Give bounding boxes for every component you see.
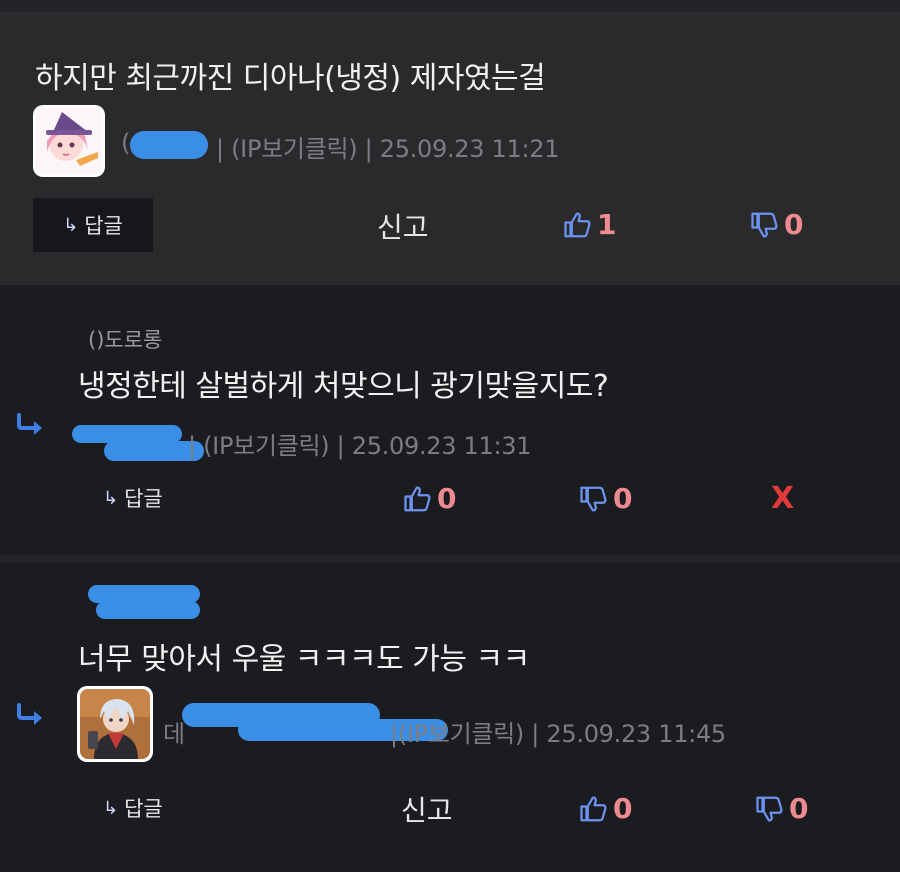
comment-2: ()도로롱 냉정한테 살벌하게 처맞으니 광기맞을지도? | (IP보기클릭) … bbox=[0, 285, 900, 555]
top-divider bbox=[0, 0, 900, 13]
thumbs-down-icon bbox=[580, 486, 607, 511]
avatar[interactable] bbox=[77, 686, 153, 762]
like-button[interactable]: 1 bbox=[563, 208, 616, 241]
author-name[interactable]: 데 bbox=[163, 714, 185, 749]
nested-reply-icon bbox=[17, 413, 42, 435]
thumbs-up-icon bbox=[564, 212, 591, 237]
dislike-count: 0 bbox=[613, 482, 633, 515]
report-button[interactable]: 신고 bbox=[377, 206, 429, 246]
witch-girl-avatar-icon bbox=[36, 108, 102, 174]
comment-meta: |(IP보기클릭) | 25.09.23 11:45 bbox=[390, 720, 726, 748]
reply-label: 답글 bbox=[124, 797, 163, 821]
delete-button[interactable]: X bbox=[771, 481, 794, 516]
dislike-count: 0 bbox=[789, 792, 809, 825]
comment-1: 하지만 최근까진 디아나(냉정) 제자였는걸 ( | (IP보기클릭) | 25… bbox=[0, 13, 900, 285]
reply-button[interactable]: ↳ 답글 bbox=[103, 483, 163, 513]
like-count: 0 bbox=[613, 792, 633, 825]
thumbs-down-icon bbox=[756, 796, 783, 821]
redacted-username bbox=[130, 131, 208, 159]
nested-reply-icon bbox=[17, 703, 42, 725]
report-button[interactable]: 신고 bbox=[401, 789, 453, 829]
reply-button[interactable]: ↳ 답글 bbox=[103, 793, 163, 823]
comment-divider bbox=[0, 555, 900, 563]
dislike-button[interactable]: 0 bbox=[755, 792, 808, 825]
like-button[interactable]: 0 bbox=[579, 792, 632, 825]
silver-haired-character-avatar-icon bbox=[80, 689, 150, 759]
comment-3: 너무 맞아서 우울 ㅋㅋㅋ도 가능 ㅋㅋ 데 |(IP보기클릭) | 25.09… bbox=[0, 563, 900, 872]
like-count: 1 bbox=[597, 208, 617, 241]
author-name[interactable]: ( bbox=[121, 129, 130, 157]
reply-label: 답글 bbox=[84, 214, 123, 238]
comment-text: 냉정한테 살벌하게 처맞으니 광기맞을지도? bbox=[78, 369, 609, 404]
reply-button[interactable]: ↳ 답글 bbox=[33, 198, 153, 252]
mention-target[interactable]: ()도로롱 bbox=[88, 324, 162, 354]
reply-arrow-icon: ↳ bbox=[63, 214, 79, 236]
dislike-button[interactable]: 0 bbox=[579, 482, 632, 515]
redacted-mention-2 bbox=[96, 601, 200, 619]
comment-meta: | (IP보기클릭) | 25.09.23 11:21 bbox=[216, 135, 560, 163]
thumbs-down-icon bbox=[751, 212, 778, 237]
reply-arrow-icon: ↳ bbox=[103, 797, 119, 819]
comment-meta: | (IP보기클릭) | 25.09.23 11:31 bbox=[188, 432, 532, 460]
reply-label: 답글 bbox=[124, 487, 163, 511]
avatar[interactable] bbox=[33, 105, 105, 177]
comment-text: 하지만 최근까진 디아나(냉정) 제자였는걸 bbox=[35, 61, 546, 96]
thumbs-up-icon bbox=[580, 796, 607, 821]
dislike-button[interactable]: 0 bbox=[750, 208, 803, 241]
thumbs-up-icon bbox=[404, 486, 431, 511]
reply-arrow-icon: ↳ bbox=[103, 487, 119, 509]
like-button[interactable]: 0 bbox=[403, 482, 456, 515]
comment-text: 너무 맞아서 우울 ㅋㅋㅋ도 가능 ㅋㅋ bbox=[78, 642, 530, 677]
like-count: 0 bbox=[437, 482, 457, 515]
dislike-count: 0 bbox=[784, 208, 804, 241]
